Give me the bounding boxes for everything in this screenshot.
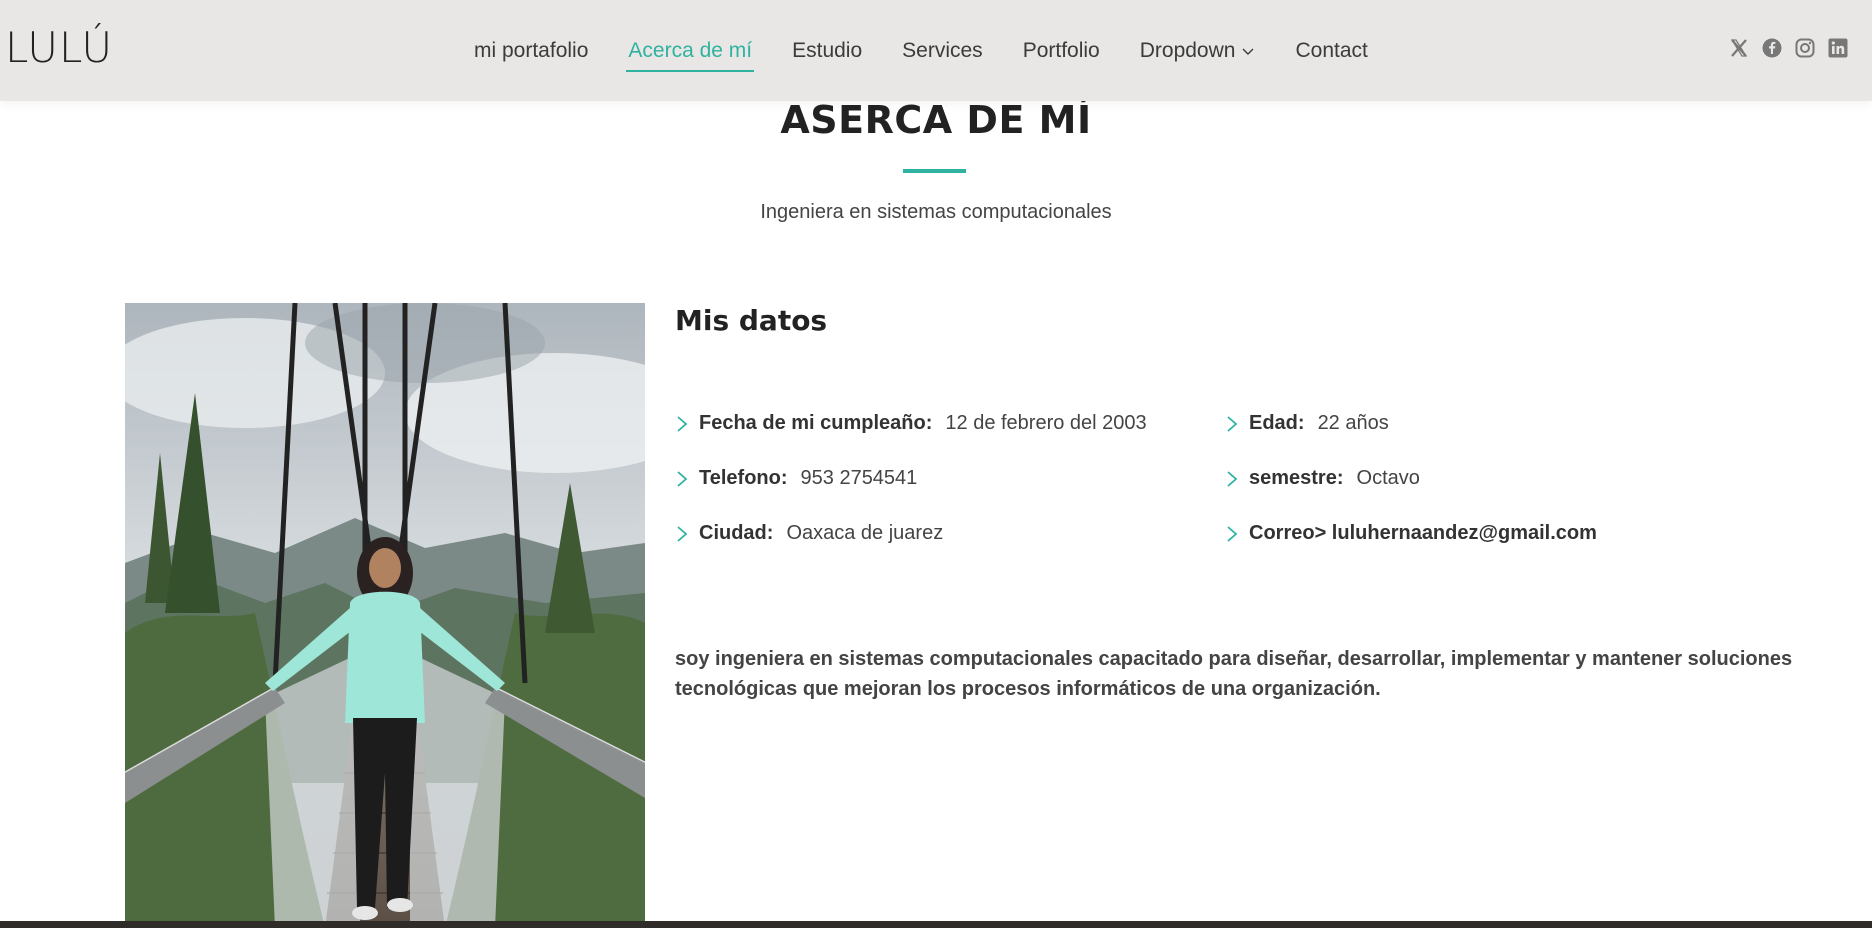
nav-item-estudio[interactable]: Estudio <box>792 0 862 101</box>
fact-age: Edad: 22 años <box>1225 412 1389 435</box>
nav-label: Dropdown <box>1139 38 1236 62</box>
nav-item-dropdown[interactable]: Dropdown <box>1140 0 1256 101</box>
page-title: ASERCA DE MÍ <box>780 98 1092 142</box>
nav-item-services[interactable]: Services <box>902 0 983 101</box>
fact-label: Ciudad: <box>699 522 774 544</box>
site-header: LULÚ mi portafolio Acerca de mí Estudio … <box>0 0 1872 101</box>
bio-paragraph: soy ingeniera en sistemas computacionale… <box>675 648 1793 700</box>
details-heading: Mis datos <box>675 304 828 337</box>
fact-value: Octavo <box>1356 467 1420 489</box>
nav-label: Acerca de mí <box>628 38 753 62</box>
fact-birthday: Fecha de mi cumpleaño: 12 de febrero del… <box>675 412 1147 435</box>
chevron-right-icon <box>677 525 688 542</box>
nav-item-contact[interactable]: Contact <box>1295 0 1367 101</box>
fact-phone: Telefono: 953 2754541 <box>675 467 917 490</box>
social-links <box>1729 38 1848 58</box>
nav-label: Estudio <box>792 38 863 62</box>
chevron-down-icon <box>1242 48 1254 55</box>
fact-semester: semestre: Octavo <box>1225 467 1420 490</box>
fact-email: Correo> luluhernaandez@gmail.com <box>1225 522 1610 545</box>
nav-item-acerca-de-mi[interactable]: Acerca de mí <box>626 0 754 101</box>
instagram-icon[interactable] <box>1795 38 1815 58</box>
chevron-right-icon <box>677 470 688 487</box>
chevron-right-icon <box>677 415 688 432</box>
nav-item-mi-portafolio[interactable]: mi portafolio <box>474 0 588 101</box>
site-logo[interactable]: LULÚ <box>5 26 113 70</box>
nav-label: Services <box>902 38 983 62</box>
facebook-icon[interactable] <box>1762 38 1782 58</box>
nav-label: mi portafolio <box>474 38 589 62</box>
fact-value: 12 de febrero del 2003 <box>945 412 1147 434</box>
chevron-right-icon <box>1227 415 1238 432</box>
x-icon[interactable] <box>1729 38 1749 58</box>
nav-label: Contact <box>1295 38 1368 62</box>
fact-label: Telefono: <box>699 467 788 489</box>
fact-label: semestre: <box>1249 467 1344 489</box>
fact-label: Correo> luluhernaandez@gmail.com <box>1249 522 1597 544</box>
nav-label: Portfolio <box>1022 38 1100 62</box>
fact-value: 953 2754541 <box>800 467 918 489</box>
chevron-right-icon <box>1227 525 1238 542</box>
main-nav: mi portafolio Acerca de mí Estudio Servi… <box>474 0 1408 101</box>
fact-label: Edad: <box>1249 412 1305 434</box>
fact-label: Fecha de mi cumpleaño: <box>699 412 933 434</box>
fact-value: Oaxaca de juarez <box>786 522 944 544</box>
title-underline <box>903 169 966 173</box>
fact-city: Ciudad: Oaxaca de juarez <box>675 522 943 545</box>
page-bottom-edge <box>0 921 1872 928</box>
profile-photo <box>125 303 645 928</box>
chevron-right-icon <box>1227 470 1238 487</box>
fact-value: 22 años <box>1317 412 1389 434</box>
linkedin-icon[interactable] <box>1828 38 1848 58</box>
nav-item-portfolio[interactable]: Portfolio <box>1023 0 1100 101</box>
page-subtitle: Ingeniera en sistemas computacionales <box>760 201 1112 223</box>
